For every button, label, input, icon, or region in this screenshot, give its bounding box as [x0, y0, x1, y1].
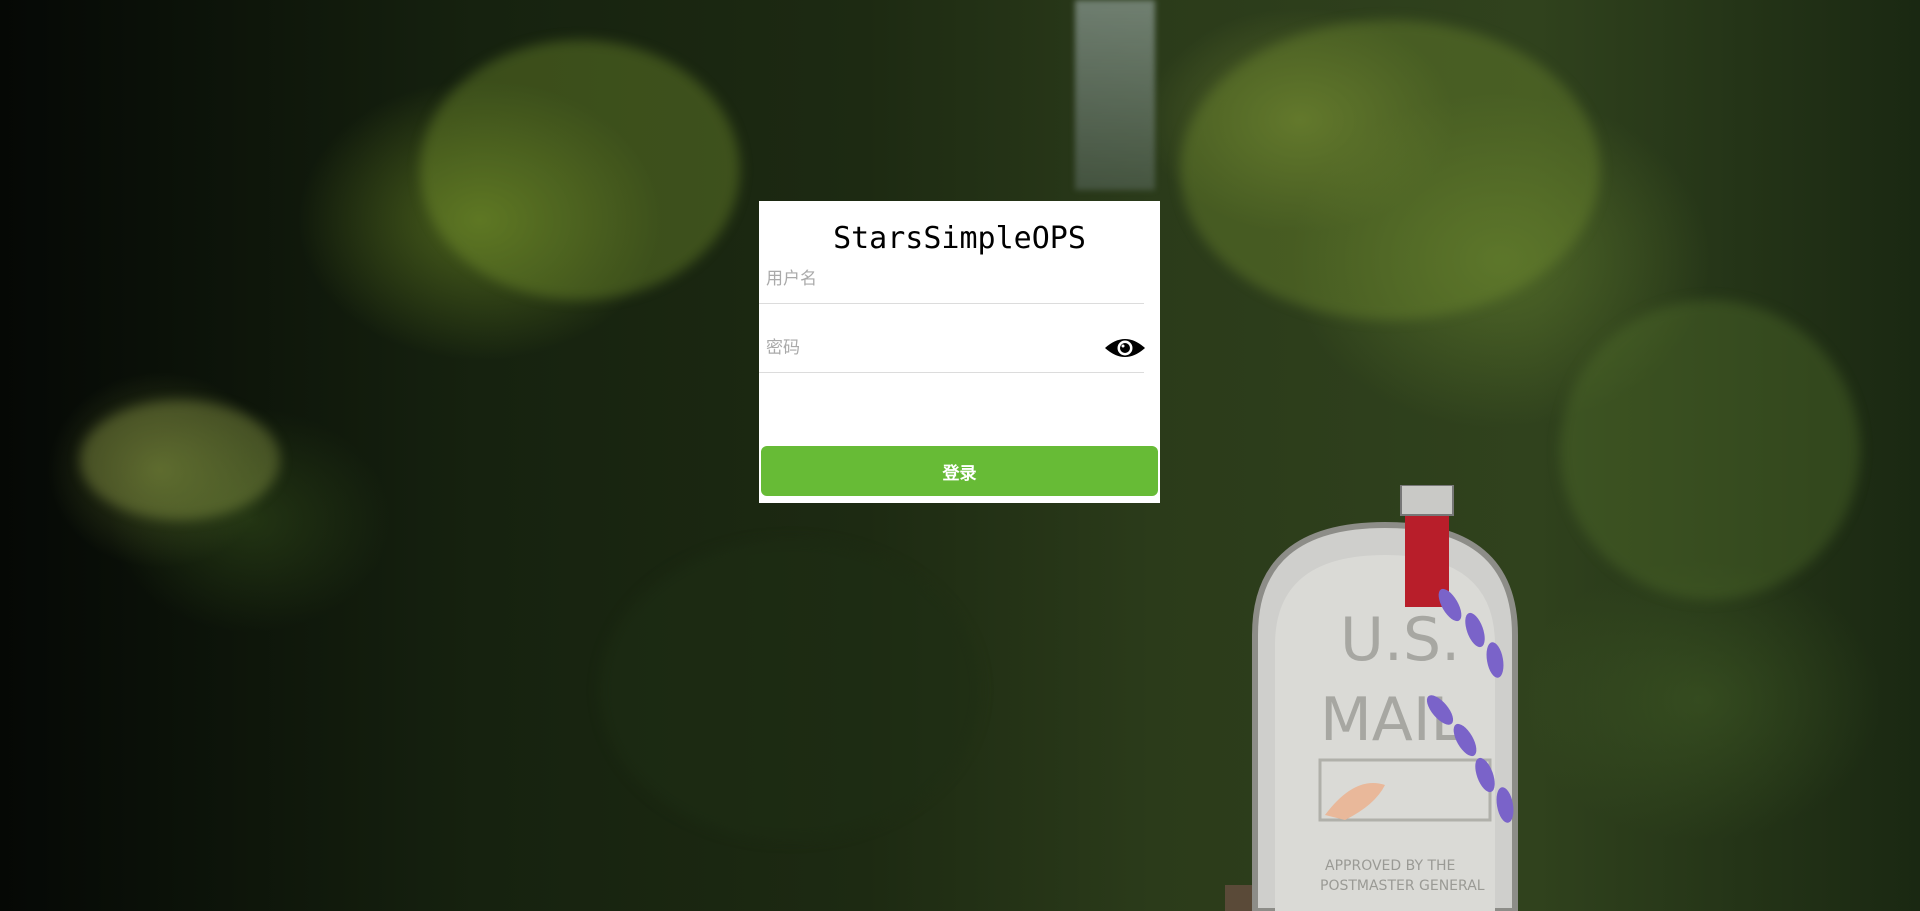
foliage-blur [80, 400, 280, 520]
svg-text:APPROVED BY THE: APPROVED BY THE [1325, 858, 1455, 874]
svg-text:POSTMASTER GENERAL: POSTMASTER GENERAL [1320, 878, 1485, 894]
app-title: StarsSimpleOPS [833, 221, 1086, 256]
svg-text:U.S.: U.S. [1340, 605, 1460, 675]
foliage-blur [1180, 20, 1600, 320]
foliage-blur [600, 540, 980, 840]
username-field-wrapper [759, 253, 1144, 304]
foliage-blur [1560, 300, 1860, 600]
login-card: StarsSimpleOPS 登录 [759, 201, 1160, 503]
foliage-blur [420, 40, 740, 300]
username-input[interactable] [764, 265, 1098, 293]
password-input[interactable] [764, 334, 1098, 362]
background-post [1075, 0, 1155, 190]
login-button[interactable]: 登录 [761, 446, 1158, 496]
eye-icon[interactable] [1104, 333, 1146, 363]
mailbox-image: U.S. MAIL APPROVED BY THE POSTMASTER GEN… [1225, 485, 1518, 911]
password-field-wrapper [759, 322, 1146, 373]
